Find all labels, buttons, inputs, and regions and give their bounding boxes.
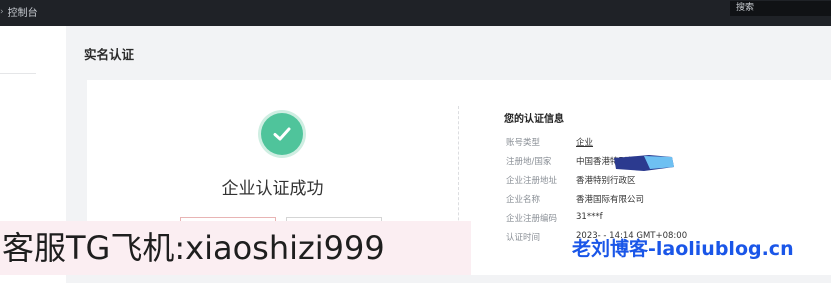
info-label: 企业注册地址 [506, 176, 558, 186]
console-nav[interactable]: › 控制台 [0, 4, 38, 20]
success-message: 企业认证成功 [221, 179, 324, 199]
chevron-right-icon: › [0, 6, 4, 17]
watermark-right: 老刘博客-laoliublog.cn [572, 238, 794, 260]
info-value: 香港国际有限公司 [576, 195, 645, 205]
info-label: 账号类型 [506, 138, 541, 148]
info-label: 认证时间 [506, 233, 541, 243]
console-label: 控制台 [7, 8, 38, 19]
info-label: 企业注册编码 [506, 214, 558, 224]
info-title: 您的认证信息 [504, 114, 564, 125]
info-label: 注册地/国家 [506, 157, 552, 167]
search-input[interactable]: 搜索 [730, 1, 831, 16]
info-value: 香港特别行政区 [576, 176, 636, 186]
watermark-left: 客服TG飞机:xiaoshizi999 [0, 221, 471, 275]
check-circle-icon [261, 113, 303, 155]
redaction-mark [614, 155, 674, 171]
side-divider [0, 73, 36, 74]
info-value[interactable]: 企业 [576, 136, 593, 148]
page-title: 实名认证 [84, 47, 135, 62]
checkmark-icon [273, 127, 291, 141]
info-value: 31***f [576, 212, 603, 222]
info-label: 企业名称 [506, 195, 541, 205]
top-navigation-bar: › 控制台 搜索 [0, 0, 831, 26]
